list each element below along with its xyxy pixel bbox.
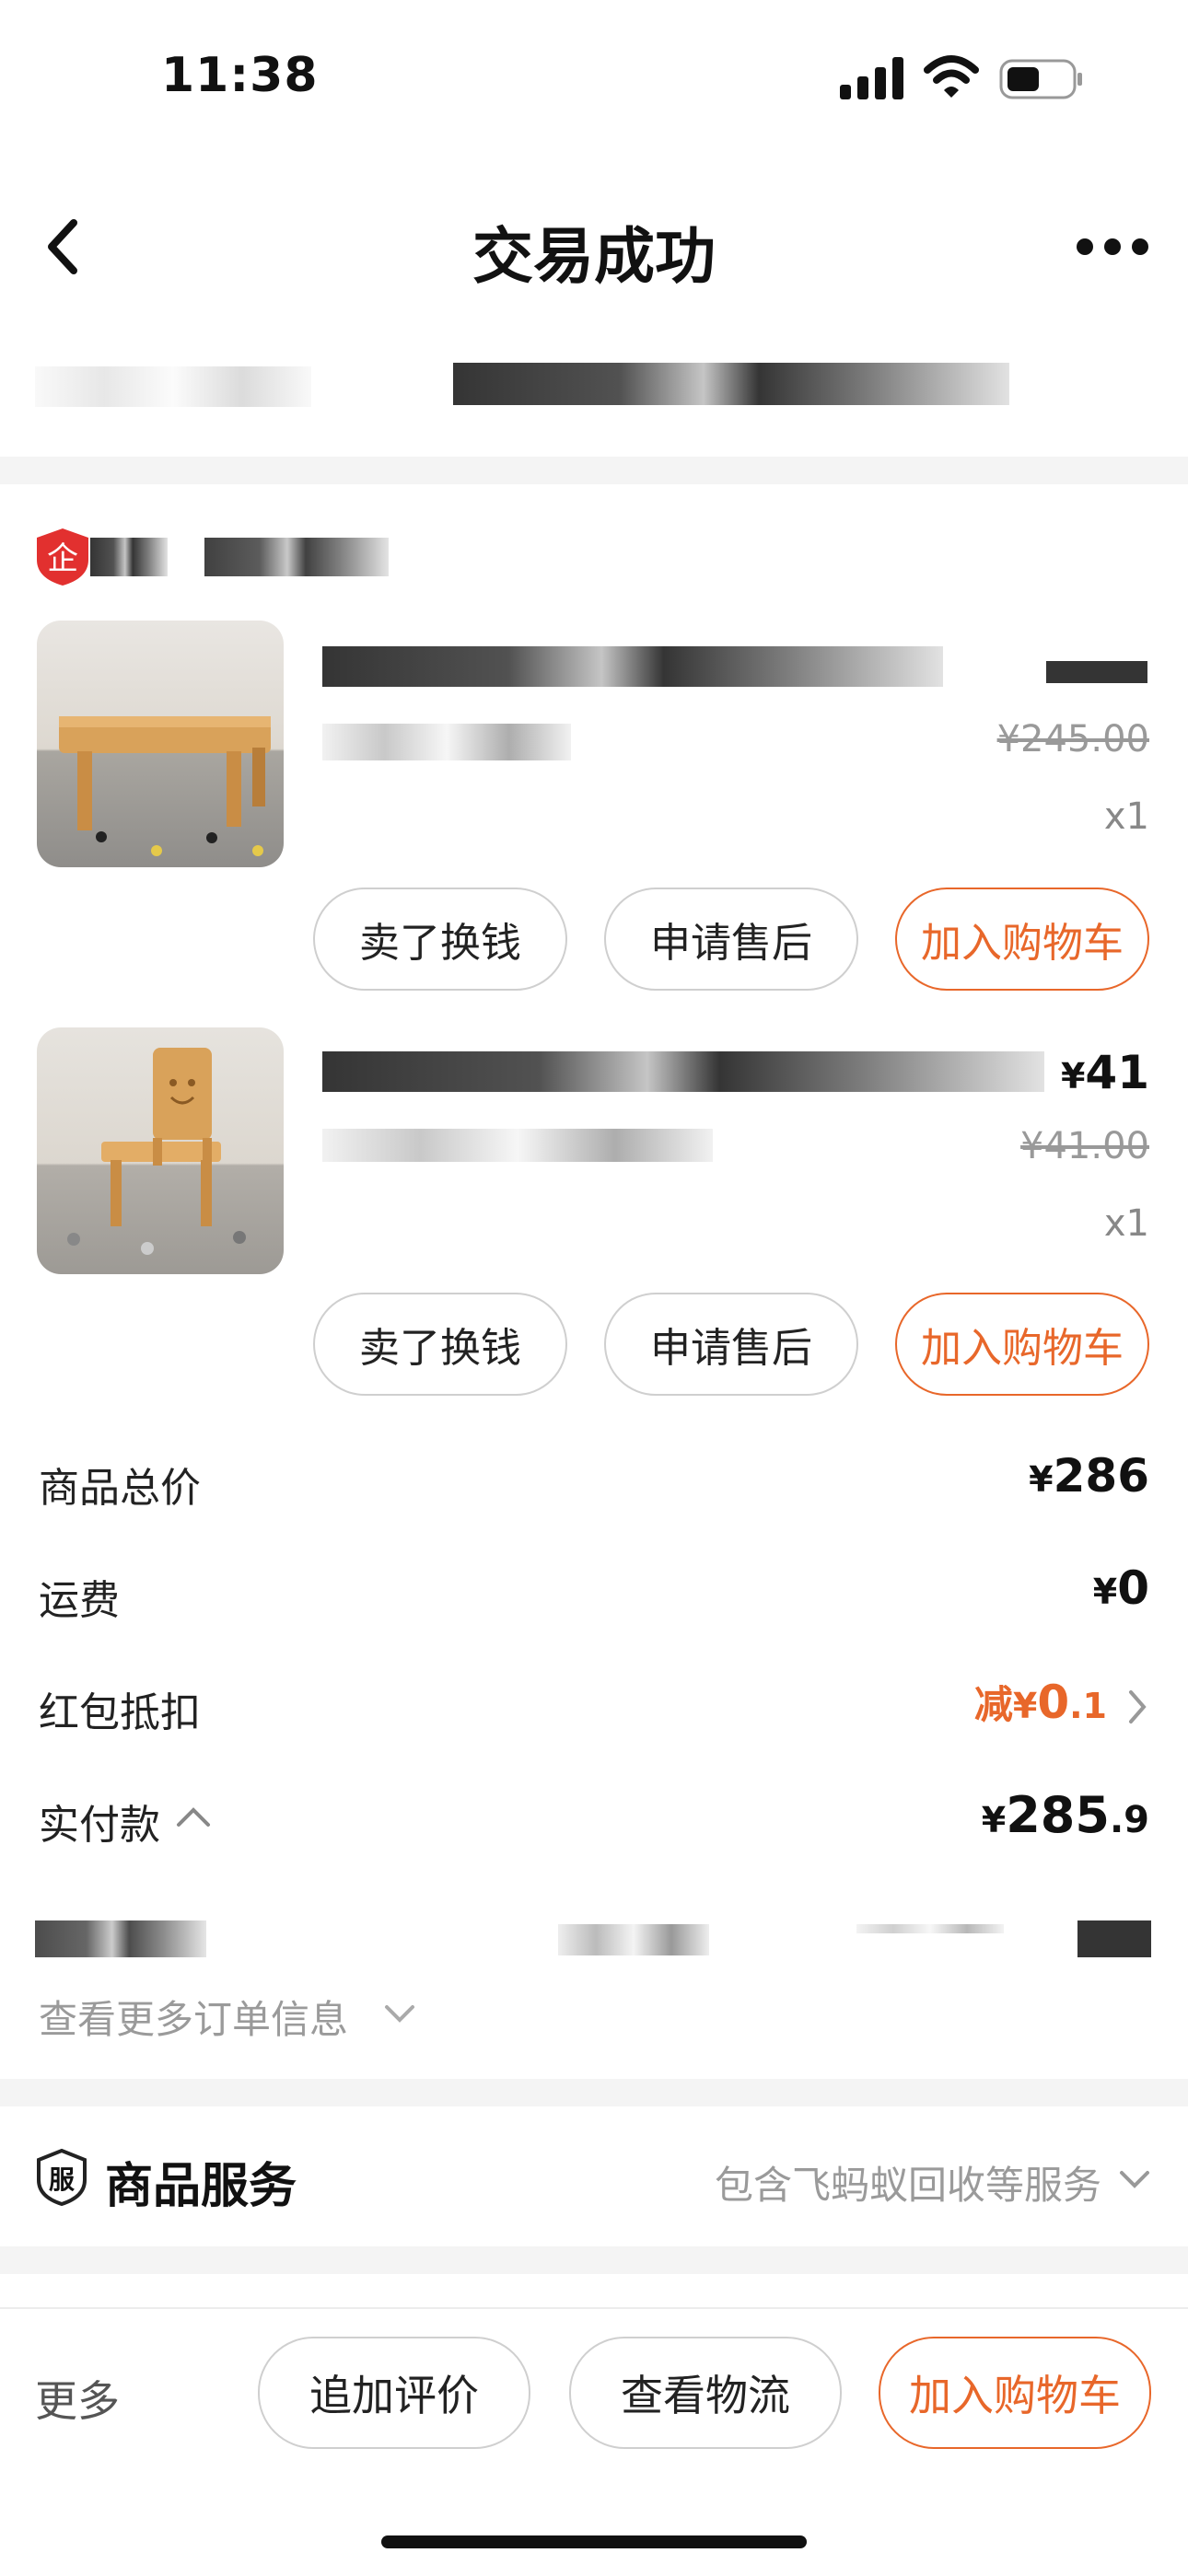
chevron-down-icon[interactable] (1118, 2169, 1151, 2191)
total-price-value: ¥286 (1029, 1449, 1149, 1503)
product-image[interactable] (37, 1027, 284, 1274)
shop-name[interactable] (90, 538, 168, 576)
product-title[interactable] (322, 646, 943, 687)
redacted-text (1077, 1920, 1151, 1957)
redacted-text (35, 366, 311, 407)
product-spec (322, 1129, 713, 1162)
product-title[interactable] (322, 1051, 1044, 1092)
product-price: ¥41 (1060, 1046, 1149, 1099)
after-sale-button[interactable]: 申请售后 (604, 888, 858, 991)
product-spec (322, 724, 571, 760)
section-divider (0, 2246, 1188, 2274)
view-logistics-button[interactable]: 查看物流 (569, 2337, 842, 2449)
add-to-cart-button[interactable]: 加入购物车 (879, 2337, 1151, 2449)
redacted-text (558, 1924, 709, 1955)
service-badge-text: 服 (48, 2164, 75, 2195)
original-price: ¥41.00 (1020, 1125, 1149, 1167)
add-to-cart-button[interactable]: 加入购物车 (895, 1293, 1149, 1396)
shop-name[interactable] (204, 538, 389, 576)
signal-icon (840, 57, 903, 99)
page-title: 交易成功 (472, 221, 716, 292)
shipping-label: 运费 (39, 1577, 120, 1624)
chevron-up-icon[interactable] (175, 1804, 212, 1828)
paid-label: 实付款 (39, 1802, 160, 1849)
resell-button[interactable]: 卖了换钱 (313, 888, 567, 991)
wifi-icon (924, 55, 979, 98)
home-indicator (381, 2535, 807, 2548)
product-image[interactable] (37, 621, 284, 867)
original-price: ¥245.00 (996, 718, 1149, 760)
total-price-label: 商品总价 (39, 1465, 201, 1512)
service-description[interactable]: 包含飞蚂蚁回收等服务 (715, 2154, 1101, 2210)
more-options-icon[interactable] (1076, 238, 1149, 256)
redacted-text (856, 1924, 1004, 1933)
quantity: x1 (1103, 795, 1149, 838)
red-packet-label: 红包抵扣 (39, 1689, 201, 1736)
chevron-right-icon[interactable] (1125, 1688, 1149, 1725)
battery-icon (999, 59, 1082, 99)
redacted-text (453, 363, 1009, 405)
status-time: 11:38 (161, 48, 319, 103)
add-to-cart-button[interactable]: 加入购物车 (895, 888, 1149, 991)
quantity: x1 (1103, 1202, 1149, 1245)
resell-button[interactable]: 卖了换钱 (313, 1293, 567, 1396)
service-title: 商品服务 (105, 2159, 297, 2214)
more-actions[interactable]: 更多 (35, 2368, 120, 2429)
enterprise-badge-icon: 企 (37, 528, 88, 586)
more-order-info-link[interactable]: 查看更多订单信息 (39, 1989, 348, 2045)
chevron-down-icon[interactable] (383, 2003, 416, 2025)
after-sale-button[interactable]: 申请售后 (604, 1293, 858, 1396)
paid-value: ¥285.9 (981, 1786, 1149, 1844)
add-review-button[interactable]: 追加评价 (258, 2337, 530, 2449)
product-price (1046, 661, 1147, 683)
shipping-value: ¥0 (1092, 1561, 1149, 1615)
section-divider (0, 457, 1188, 484)
red-packet-value[interactable]: 减¥0.1 (974, 1674, 1107, 1730)
svg-text:企: 企 (47, 540, 78, 577)
section-divider (0, 2079, 1188, 2106)
redacted-text (35, 1920, 206, 1957)
